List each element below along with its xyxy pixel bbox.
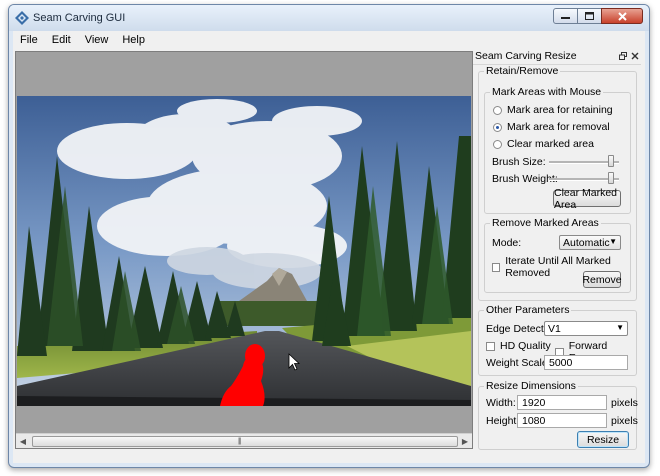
scroll-grip-icon: ||| [238,438,242,445]
height-unit: pixels [611,415,638,427]
brush-weight-slider[interactable] [608,172,614,184]
weight-scale-label: Weight Scale: [486,357,551,369]
width-input[interactable]: 1920 [517,395,607,410]
dock-title-bar[interactable]: Seam Carving Resize [473,49,641,65]
mode-label: Mode: [492,237,522,249]
scroll-left-icon[interactable]: ◀ [16,434,30,448]
resize-button[interactable]: Resize [577,431,629,448]
dock-title: Seam Carving Resize [475,50,577,62]
menu-view[interactable]: View [78,34,116,46]
maximize-button[interactable] [577,8,602,24]
radio-retain-button[interactable] [493,105,502,115]
client-area: ◀ ||| ▶ Seam Carving Resize Retain/Remov… [13,49,645,463]
dock-float-icon[interactable] [619,52,627,60]
edge-detector-select[interactable]: V1 ▼ [544,321,628,336]
weight-scale-input[interactable]: 5000 [544,355,628,370]
scroll-right-icon[interactable]: ▶ [458,434,472,448]
app-icon [15,11,29,25]
app-window: Seam Carving GUI File Edit View Help ◀ |… [8,4,650,468]
menu-help[interactable]: Help [115,34,152,46]
radio-mark-retain[interactable]: Mark area for retaining [493,104,613,116]
radio-removal-button[interactable] [493,122,502,132]
height-input[interactable]: 1080 [517,413,607,428]
landscape-photo[interactable] [17,96,471,406]
seam-carving-dock: Seam Carving Resize Retain/Remove Mark A… [473,49,641,450]
hd-quality-label: HD Quality [500,340,551,352]
remove-marked-label: Remove Marked Areas [490,217,601,229]
height-label: Height: [486,415,520,427]
remove-button[interactable]: Remove [582,271,622,288]
menu-bar: File Edit View Help [13,31,645,49]
window-title: Seam Carving GUI [33,12,126,24]
clear-marked-area-button[interactable]: Clear Marked Area [553,187,621,211]
menu-file[interactable]: File [13,34,45,46]
dropdown-arrow-icon: ▼ [609,237,617,246]
radio-retain-label: Mark area for retaining [507,104,613,116]
maximize-icon [585,12,594,20]
title-bar[interactable]: Seam Carving GUI [9,5,649,31]
close-button[interactable] [601,8,643,24]
menu-edit[interactable]: Edit [45,34,78,46]
resize-dimensions-label: Resize Dimensions [484,380,578,392]
horizontal-scrollbar[interactable]: ◀ ||| ▶ [16,433,472,448]
brush-weight-label: Brush Weight: [492,173,558,185]
iterate-checkbox[interactable] [492,262,501,272]
minimize-icon [561,17,570,19]
mode-select[interactable]: Automatic ▼ [559,235,621,250]
minimize-button[interactable] [553,8,578,24]
radio-clear-button[interactable] [493,139,502,149]
radio-clear-marked[interactable]: Clear marked area [493,138,594,150]
radio-clear-label: Clear marked area [507,138,594,150]
width-label: Width: [486,397,516,409]
brush-size-label: Brush Size: [492,156,546,168]
hd-quality-checkbox[interactable] [486,341,495,351]
dock-close-icon[interactable] [631,52,639,60]
close-icon [617,11,627,21]
radio-removal-label: Mark area for removal [507,121,610,133]
brush-size-slider[interactable] [608,155,614,167]
radio-mark-removal[interactable]: Mark area for removal [493,121,610,133]
hd-quality-row[interactable]: HD Quality [486,340,551,352]
mark-areas-label: Mark Areas with Mouse [490,86,604,98]
scrollbar-thumb[interactable]: ||| [32,436,458,447]
edge-detector-value: V1 [548,323,561,335]
image-canvas[interactable]: ◀ ||| ▶ [15,51,473,449]
mode-value: Automatic [563,237,610,249]
width-unit: pixels [611,397,638,409]
other-params-label: Other Parameters [484,304,572,316]
retain-remove-label: Retain/Remove [484,65,561,77]
dropdown-arrow-icon: ▼ [616,323,624,332]
